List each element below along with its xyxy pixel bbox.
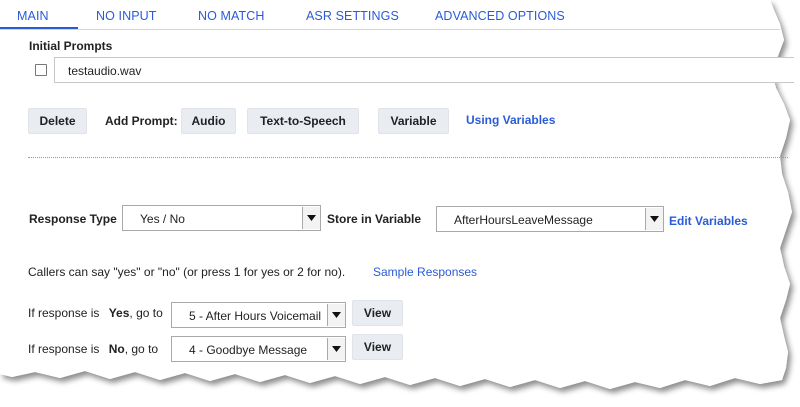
no-destination-select[interactable]: 4 - Goodbye Message: [171, 336, 346, 362]
yes-destination-value: 5 - After Hours Voicemail: [189, 309, 322, 323]
tab-advanced-options[interactable]: ADVANCED OPTIONS: [435, 9, 565, 23]
response-type-value: Yes / No: [140, 212, 185, 226]
response-type-select[interactable]: Yes / No: [122, 205, 321, 231]
no-destination-value: 4 - Goodbye Message: [189, 343, 308, 357]
chevron-down-icon[interactable]: [302, 207, 320, 229]
using-variables-link[interactable]: Using Variables: [466, 113, 555, 127]
routing-row-yes: If response is Yes, go to: [28, 306, 163, 320]
sample-responses-link[interactable]: Sample Responses: [373, 265, 477, 279]
delete-button[interactable]: Delete: [28, 108, 87, 134]
view-yes-destination-button[interactable]: View: [352, 300, 403, 326]
store-variable-select[interactable]: AfterHoursLeaveMessage: [436, 206, 664, 232]
tab-no-input[interactable]: NO INPUT: [96, 9, 157, 23]
section-divider: [28, 157, 788, 158]
active-tab-indicator: [0, 27, 78, 29]
chevron-down-icon[interactable]: [645, 208, 663, 230]
ivr-menu-editor: MAIN NO INPUT NO MATCH ASR SETTINGS ADVA…: [0, 0, 800, 407]
initial-prompts-heading: Initial Prompts: [29, 39, 113, 53]
view-no-destination-button[interactable]: View: [352, 334, 403, 360]
yes-destination-select[interactable]: 5 - After Hours Voicemail: [171, 302, 346, 328]
tab-divider: [0, 29, 780, 30]
tab-bar: MAIN NO INPUT NO MATCH ASR SETTINGS ADVA…: [0, 0, 780, 30]
routing-answer: No: [108, 342, 125, 356]
store-variable-value: AfterHoursLeaveMessage: [454, 213, 593, 227]
prompt-list-item[interactable]: testaudio.wav: [54, 57, 794, 83]
edit-variables-link[interactable]: Edit Variables: [669, 214, 748, 228]
routing-suffix: , go to: [124, 342, 159, 356]
prompt-filename: testaudio.wav: [68, 64, 142, 78]
routing-prefix: If response is: [28, 306, 100, 320]
chevron-down-icon[interactable]: [327, 304, 345, 326]
add-variable-button[interactable]: Variable: [378, 108, 449, 134]
add-prompt-label: Add Prompt:: [105, 114, 178, 128]
store-in-variable-label: Store in Variable: [327, 212, 422, 226]
callers-instruction-text: Callers can say "yes" or "no" (or press …: [28, 265, 346, 279]
tab-asr-settings[interactable]: ASR SETTINGS: [306, 9, 399, 23]
add-text-to-speech-button[interactable]: Text-to-Speech: [247, 108, 359, 134]
chevron-down-icon[interactable]: [327, 338, 345, 360]
response-type-label: Response Type: [29, 212, 117, 226]
routing-suffix: , go to: [129, 306, 163, 320]
routing-row-no: If response is No, go to: [28, 342, 158, 356]
add-audio-button[interactable]: Audio: [181, 108, 236, 134]
routing-answer: Yes: [108, 306, 130, 320]
routing-prefix: If response is: [28, 342, 100, 356]
tab-no-match[interactable]: NO MATCH: [198, 9, 265, 23]
tab-main[interactable]: MAIN: [17, 9, 49, 23]
prompt-checkbox[interactable]: [35, 64, 47, 76]
